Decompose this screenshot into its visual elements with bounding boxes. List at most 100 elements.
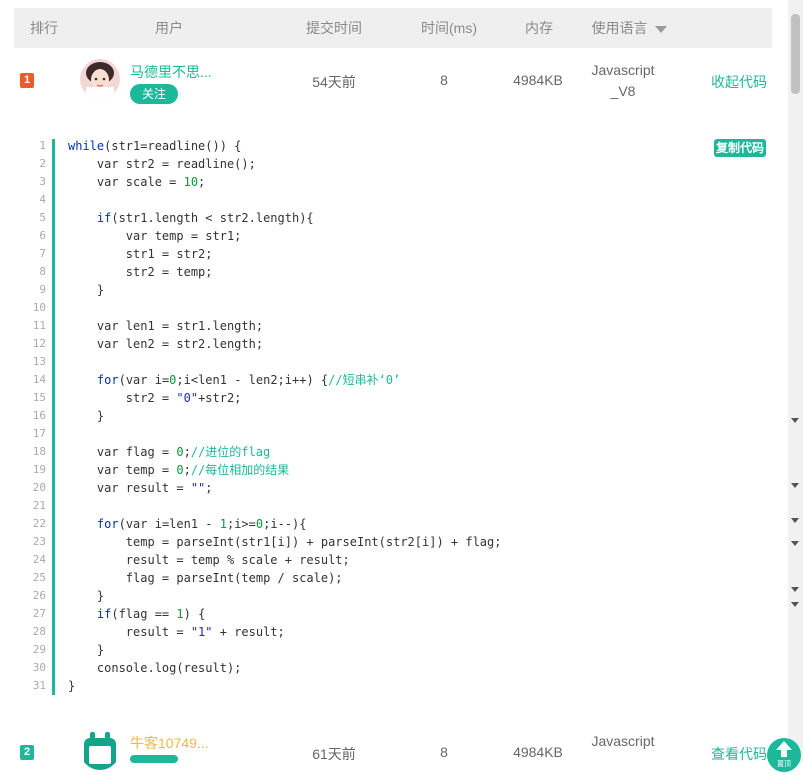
line-number: 15 — [32, 391, 46, 404]
code-lines: while(str1=readline()) { var str2 = read… — [68, 137, 501, 695]
view-code-link[interactable]: 查看代码 — [711, 744, 767, 764]
line-numbers: 1 2 3 4 5 6 7 8 9 10 11 12 13 14 15 16 17 18 19 20 21 22 23 24 2… — [14, 137, 46, 695]
line-number: 23 — [32, 535, 46, 548]
code-line: if(flag == 1) { — [96, 607, 206, 621]
line-number: 1 — [39, 139, 46, 152]
line-number: 21 — [32, 499, 46, 512]
line-number: 5 — [39, 211, 46, 224]
language-value: Javascript _V8 — [579, 60, 667, 102]
code-line: while(str1=readline()) { — [68, 139, 242, 153]
code-line: str1 = str2; — [68, 247, 213, 261]
scroll-arrow-icon — [791, 483, 799, 488]
code-accent-bar — [52, 139, 55, 695]
username-link[interactable]: 牛客10749... — [130, 733, 209, 753]
username-link[interactable]: 马德里不思... — [130, 62, 212, 82]
code-line: } — [68, 283, 105, 297]
language-filter[interactable]: 使用语言 — [584, 8, 674, 48]
line-number: 8 — [39, 265, 46, 278]
line-number: 7 — [39, 247, 46, 260]
table-row: 2 牛客10749... 61天前 8 4984KB Javascript 查看… — [14, 720, 772, 784]
line-number: 25 — [32, 571, 46, 584]
memory-usage: 4984KB — [513, 72, 563, 88]
line-number: 30 — [32, 661, 46, 674]
back-to-top-label: 置顶 — [777, 761, 791, 768]
line-number: 26 — [32, 589, 46, 602]
code-line: var temp = 0;//每位相加的结果 — [68, 463, 290, 477]
line-number: 11 — [32, 319, 46, 332]
scroll-arrow-icon — [791, 541, 799, 546]
line-number: 27 — [32, 607, 46, 620]
code-line: var flag = 0;//进位的flag — [68, 445, 271, 459]
line-number: 18 — [32, 445, 46, 458]
scroll-arrow-icon — [791, 587, 799, 592]
code-line: } — [68, 589, 105, 603]
line-number: 6 — [39, 229, 46, 242]
code-line: result = temp % scale + result; — [68, 553, 350, 567]
line-number: 4 — [39, 193, 46, 206]
code-line: var temp = str1; — [68, 229, 242, 243]
scroll-arrow-icon — [791, 602, 799, 607]
line-number: 24 — [32, 553, 46, 566]
scrollbar-thumb[interactable] — [791, 14, 800, 94]
scroll-arrow-icon — [791, 518, 799, 523]
line-number: 22 — [32, 517, 46, 530]
line-number: 12 — [32, 337, 46, 350]
line-number: 29 — [32, 643, 46, 656]
code-line: result = "1" + result; — [68, 625, 285, 639]
header-language: 使用语言 — [591, 20, 648, 36]
line-number: 2 — [39, 157, 46, 170]
avatar[interactable] — [80, 59, 120, 99]
header-submit-time: 提交时间 — [306, 20, 362, 36]
submit-time: 54天前 — [312, 74, 356, 90]
header-rank: 排行 — [30, 20, 58, 36]
line-number: 20 — [32, 481, 46, 494]
memory-usage: 4984KB — [513, 744, 563, 760]
line-number: 17 — [32, 427, 46, 440]
code-block: 1 2 3 4 5 6 7 8 9 10 11 12 13 14 15 16 17 18 19 20 21 22 23 24 2… — [14, 137, 772, 697]
code-line: for(var i=0;i<len1 - len2;i++) {//短串补‘0’ — [96, 373, 401, 387]
line-number: 16 — [32, 409, 46, 422]
follow-button-partial[interactable] — [130, 755, 178, 763]
language-line-1: Javascript — [591, 733, 655, 749]
submit-time: 61天前 — [312, 746, 356, 762]
header-memory: 内存 — [525, 20, 553, 36]
code-line: var str2 = readline(); — [68, 157, 256, 171]
line-number: 13 — [32, 355, 46, 368]
line-number: 10 — [32, 301, 46, 314]
line-number: 31 — [32, 679, 46, 692]
code-line: if(str1.length < str2.length){ — [96, 211, 314, 225]
caret-down-icon — [654, 25, 667, 33]
scroll-arrow-icon — [791, 418, 799, 423]
follow-button[interactable]: 关注 — [130, 84, 178, 104]
line-number: 9 — [39, 283, 46, 296]
back-to-top-button[interactable]: 置顶 — [767, 738, 801, 772]
code-line: str2 = temp; — [68, 265, 213, 279]
code-line: var result = ""; — [68, 481, 213, 495]
code-line: flag = parseInt(temp / scale); — [68, 571, 343, 585]
line-number: 3 — [39, 175, 46, 188]
collapse-code-link[interactable]: 收起代码 — [711, 72, 767, 92]
header-time: 时间(ms) — [421, 20, 477, 36]
code-line: str2 = "0"+str2; — [68, 391, 242, 405]
code-line: var len2 = str2.length; — [68, 337, 264, 351]
table-header: 排行 用户 提交时间 时间(ms) 内存 使用语言 — [14, 8, 772, 48]
run-time: 8 — [440, 744, 448, 760]
code-line: } — [68, 643, 105, 657]
line-number: 19 — [32, 463, 46, 476]
language-line-2: _V8 — [610, 83, 636, 99]
code-line: console.log(result); — [68, 661, 242, 675]
scrollbar[interactable] — [788, 0, 803, 763]
rank-badge: 2 — [20, 745, 34, 760]
table-row: 1 马德里不思... 关注 54天前 8 4984KB Javascript _… — [14, 49, 772, 113]
code-line: } — [68, 409, 105, 423]
avatar[interactable] — [80, 730, 120, 770]
code-line: } — [68, 679, 76, 693]
copy-code-button[interactable]: 复制代码 — [714, 139, 766, 157]
arrow-up-icon — [776, 741, 792, 757]
line-number: 14 — [32, 373, 46, 386]
header-user: 用户 — [155, 20, 183, 36]
